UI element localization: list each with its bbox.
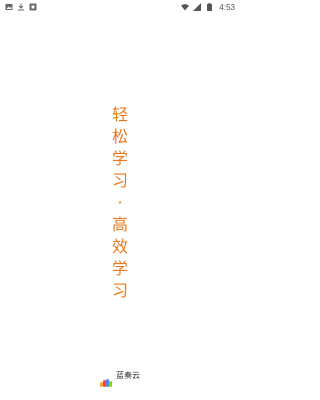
slogan-char: 高	[111, 215, 128, 234]
slogan-char: 轻	[111, 105, 128, 124]
slogan-char: 习	[111, 281, 128, 300]
status-left-icons	[5, 3, 37, 11]
app-icon	[29, 3, 37, 11]
battery-icon	[205, 3, 213, 11]
slogan-char: 学	[111, 149, 128, 168]
slogan-char: 学	[111, 259, 128, 278]
signal-icon	[193, 3, 202, 11]
splash-slogan: 轻 松 学 习 · 高 效 学 习	[108, 104, 132, 302]
slogan-char: 习	[111, 171, 128, 190]
download-icon	[17, 3, 25, 11]
brand-logo-icon	[100, 372, 112, 387]
status-right-icons: 4:53	[181, 3, 235, 12]
status-bar: 4:53	[0, 0, 240, 14]
slogan-separator: ·	[117, 193, 123, 212]
status-time: 4:53	[219, 2, 235, 12]
image-icon	[5, 3, 13, 11]
brand-name: 蓝奏云	[116, 371, 140, 380]
slogan-char: 效	[111, 237, 128, 256]
wifi-icon	[181, 3, 190, 11]
slogan-char: 松	[111, 127, 128, 146]
brand-footer: 蓝奏云	[0, 370, 240, 387]
